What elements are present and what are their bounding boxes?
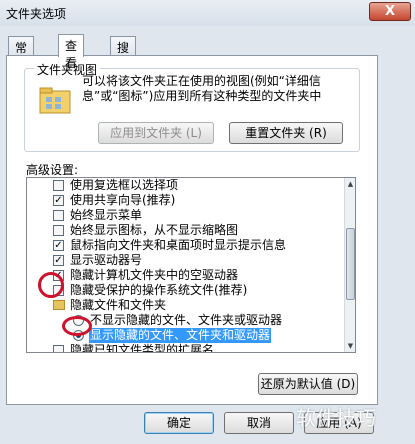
watermark-text: 软件技巧	[296, 406, 376, 430]
setting-label: 不显示隐藏的文件、文件夹或驱动器	[90, 313, 283, 327]
advanced-settings-label: 高级设置:	[26, 163, 79, 177]
checkbox-checked[interactable]: ✓	[53, 255, 64, 266]
setting-label: 使用共享向导(推荐)	[70, 193, 176, 207]
setting-label: 始终显示菜单	[70, 208, 143, 222]
setting-label: 鼠标指向文件夹和桌面项时显示提示信息	[70, 238, 287, 252]
close-button[interactable]: X	[369, 2, 411, 21]
reset-folders-button[interactable]: 重置文件夹 (R)	[229, 122, 343, 144]
red-annotation-circle	[62, 316, 92, 336]
tab-general[interactable]: 常规	[8, 36, 35, 72]
folder-icon	[53, 300, 65, 310]
setting-label: 始终显示图标，从不显示缩略图	[70, 223, 239, 237]
title-bar: 文件夹选项 X	[0, 0, 415, 26]
checkbox[interactable]	[53, 180, 64, 191]
setting-label: 隐藏文件和文件夹	[70, 298, 167, 312]
advanced-list-scrollbar[interactable]: ▲ ▼	[344, 178, 355, 352]
scroll-up-icon[interactable]: ▲	[345, 178, 356, 190]
tab-view[interactable]: 查看	[58, 34, 85, 70]
setting-label: 隐藏计算机文件夹中的空驱动器	[70, 268, 239, 282]
red-annotation-circle	[38, 272, 64, 298]
folder-view-description: 可以将该文件夹正在使用的视图(例如“详细信息”或“图标”)应用到所有这种类型的文…	[82, 74, 322, 103]
apply-to-folders-button[interactable]: 应用到文件夹 (L)	[98, 122, 214, 144]
checkbox[interactable]	[53, 345, 64, 352]
setting-label: 隐藏受保护的操作系统文件(推荐)	[70, 283, 248, 297]
setting-label: 隐藏已知文件类型的扩展名	[70, 343, 215, 353]
setting-label: 显示驱动器号	[70, 253, 143, 267]
setting-label: 使用复选框以选择项	[70, 178, 179, 192]
checkbox-checked[interactable]: ✓	[53, 240, 64, 251]
restore-defaults-button[interactable]: 还原为默认值 (D)	[258, 373, 358, 395]
checkbox-checked[interactable]: ✓	[53, 195, 64, 206]
checkbox[interactable]	[53, 210, 64, 221]
folder-view-icon	[39, 87, 71, 114]
ok-button[interactable]: 确定	[144, 412, 214, 434]
scroll-down-icon[interactable]: ▼	[345, 340, 356, 352]
tab-search[interactable]: 搜索	[110, 36, 137, 72]
close-icon: X	[384, 4, 396, 19]
cancel-button[interactable]: 取消	[224, 412, 294, 434]
checkbox[interactable]	[53, 225, 64, 236]
scrollbar-thumb[interactable]	[346, 228, 355, 300]
setting-label: 显示隐藏的文件、文件夹和驱动器	[89, 328, 272, 343]
window-title: 文件夹选项	[6, 7, 67, 21]
